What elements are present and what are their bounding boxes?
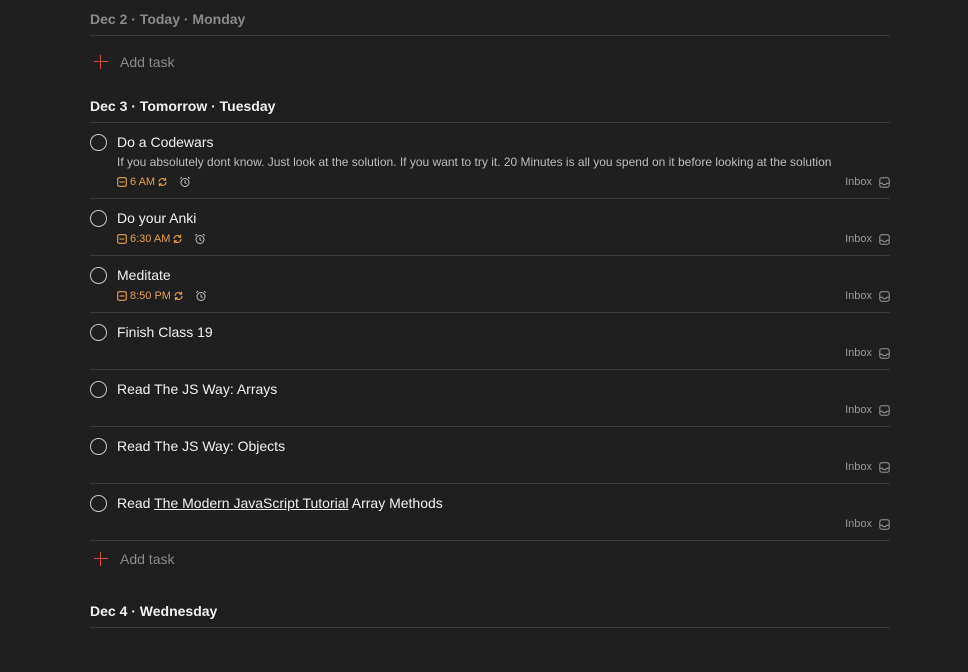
section-today: Dec 2 · Today · Monday Add task: [90, 0, 890, 88]
task-item[interactable]: Do a Codewars If you absolutely dont kno…: [90, 123, 890, 199]
task-checkbox[interactable]: [90, 210, 107, 227]
project-label[interactable]: Inbox: [845, 461, 890, 473]
due-date[interactable]: 6 AM: [117, 176, 171, 188]
task-title[interactable]: Meditate: [117, 256, 890, 283]
task-title-suffix: Array Methods: [348, 495, 443, 511]
calendar-icon: [117, 234, 127, 244]
section-header: Dec 2 · Today · Monday: [90, 11, 890, 36]
inbox-icon: [879, 290, 890, 302]
inbox-icon: [879, 404, 890, 416]
project-label[interactable]: Inbox: [845, 233, 890, 245]
task-checkbox[interactable]: [90, 134, 107, 151]
add-task-label: Add task: [120, 54, 175, 70]
due-date[interactable]: 8:50 PM: [117, 290, 187, 302]
upcoming-list: Dec 2 · Today · Monday Add task Dec 3 · …: [90, 0, 890, 628]
task-title[interactable]: Do your Anki: [117, 199, 890, 226]
inbox-icon: [879, 461, 890, 473]
task-checkbox[interactable]: [90, 267, 107, 284]
recurring-icon: [158, 177, 167, 187]
project-label[interactable]: Inbox: [845, 176, 890, 188]
task-checkbox[interactable]: [90, 495, 107, 512]
task-title[interactable]: Finish Class 19: [117, 313, 890, 340]
alarm-icon: [195, 290, 207, 302]
due-time: 8:50 PM: [130, 290, 171, 302]
due-time: 6:30 AM: [130, 233, 171, 245]
calendar-icon: [117, 177, 127, 187]
task-title[interactable]: Read The JS Way: Objects: [117, 427, 890, 454]
plus-icon: [94, 55, 108, 69]
plus-icon: [94, 552, 108, 566]
task-title-prefix: Read: [117, 495, 155, 511]
calendar-icon: [117, 291, 127, 301]
task-item[interactable]: Meditate 8:50 PM Inbox: [90, 256, 890, 313]
add-task-label: Add task: [120, 551, 175, 567]
project-label[interactable]: Inbox: [845, 290, 890, 302]
project-label[interactable]: Inbox: [845, 518, 890, 530]
inbox-icon: [879, 518, 890, 530]
inbox-icon: [879, 176, 890, 188]
task-item[interactable]: Finish Class 19 Inbox: [90, 313, 890, 370]
alarm-icon: [179, 176, 191, 188]
recurring-icon: [173, 234, 182, 244]
recurring-icon: [174, 291, 183, 301]
due-time: 6 AM: [130, 176, 156, 188]
add-task-button[interactable]: Add task: [90, 541, 890, 577]
task-description: If you absolutely dont know. Just look a…: [117, 155, 832, 169]
task-checkbox[interactable]: [90, 381, 107, 398]
add-task-button[interactable]: Add task: [90, 36, 890, 88]
section-header: Dec 3 · Tomorrow · Tuesday: [90, 98, 890, 123]
task-checkbox[interactable]: [90, 324, 107, 341]
due-date[interactable]: 6:30 AM: [117, 233, 186, 245]
project-label[interactable]: Inbox: [845, 404, 890, 416]
task-title[interactable]: Read The Modern JavaScript Tutorial Arra…: [117, 484, 890, 511]
task-title[interactable]: Read The JS Way: Arrays: [117, 370, 890, 397]
task-title-link[interactable]: The Modern JavaScript Tutorial: [154, 495, 349, 511]
inbox-icon: [879, 233, 890, 245]
task-checkbox[interactable]: [90, 438, 107, 455]
task-item[interactable]: Read The JS Way: Arrays Inbox: [90, 370, 890, 427]
task-item[interactable]: Read The Modern JavaScript Tutorial Arra…: [90, 484, 890, 541]
task-item[interactable]: Read The JS Way: Objects Inbox: [90, 427, 890, 484]
project-label[interactable]: Inbox: [845, 347, 890, 359]
inbox-icon: [879, 347, 890, 359]
task-title[interactable]: Do a Codewars: [117, 123, 890, 150]
section-tomorrow: Dec 3 · Tomorrow · Tuesday Do a Codewars…: [90, 88, 890, 577]
task-item[interactable]: Do your Anki 6:30 AM Inbox: [90, 199, 890, 256]
alarm-icon: [194, 233, 206, 245]
section-wednesday: Dec 4 · Wednesday: [90, 577, 890, 628]
section-header: Dec 4 · Wednesday: [90, 603, 890, 628]
